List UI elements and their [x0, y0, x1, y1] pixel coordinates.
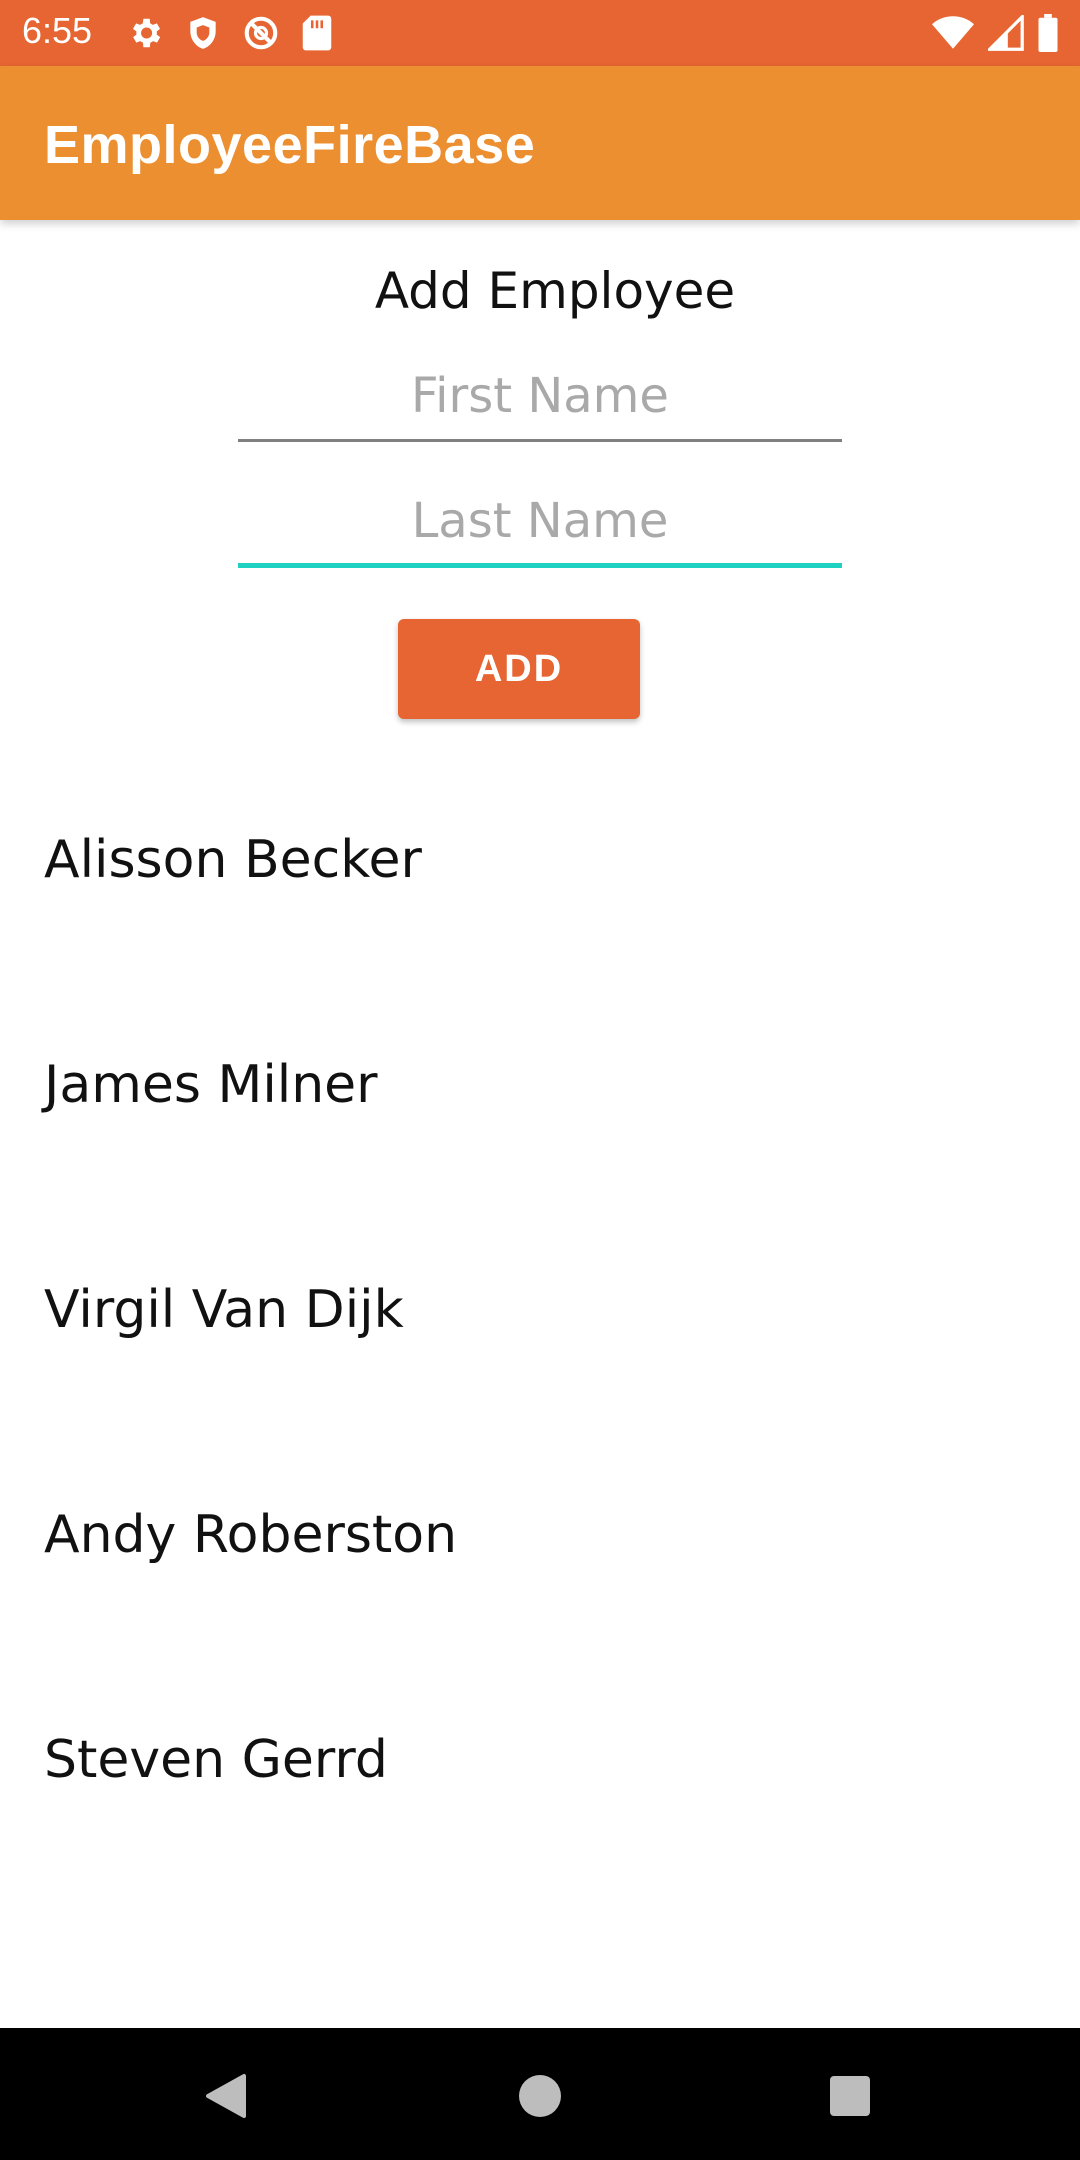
screen: 6:55 EmployeeFireBase Add Employee First…: [0, 0, 1080, 2160]
last-name-input[interactable]: [238, 478, 842, 568]
no-sync-icon: [242, 14, 280, 52]
battery-icon: [1038, 14, 1058, 52]
home-icon[interactable]: [518, 2074, 562, 2122]
status-icons-left: [126, 14, 334, 52]
signal-icon: [988, 15, 1024, 51]
list-item[interactable]: James Milner: [0, 1025, 1080, 1250]
list-item[interactable]: Steven Gerrd: [0, 1700, 1080, 1925]
status-time: 6:55: [22, 10, 93, 51]
app-title: EmployeeFireBase: [44, 115, 536, 175]
add-button[interactable]: ADD: [398, 619, 640, 719]
back-icon[interactable]: [204, 2072, 248, 2124]
status-icons-right: [932, 14, 1058, 52]
list-item[interactable]: Virgil Van Dijk: [0, 1250, 1080, 1475]
status-bar: 6:55: [0, 0, 1080, 66]
wifi-icon: [932, 15, 974, 51]
shield-icon: [184, 14, 222, 52]
employee-list: Alisson Becker James Milner Virgil Van D…: [0, 800, 1080, 1925]
navigation-bar: [0, 2028, 1080, 2160]
first-name-input[interactable]: [238, 352, 842, 442]
list-item[interactable]: Andy Roberston: [0, 1475, 1080, 1700]
form-heading: Add Employee: [374, 262, 736, 320]
sd-card-icon: [300, 14, 334, 52]
list-item[interactable]: Alisson Becker: [0, 800, 1080, 1025]
app-bar: EmployeeFireBase: [0, 66, 1080, 220]
settings-icon: [126, 14, 164, 52]
recents-icon[interactable]: [828, 2074, 872, 2122]
